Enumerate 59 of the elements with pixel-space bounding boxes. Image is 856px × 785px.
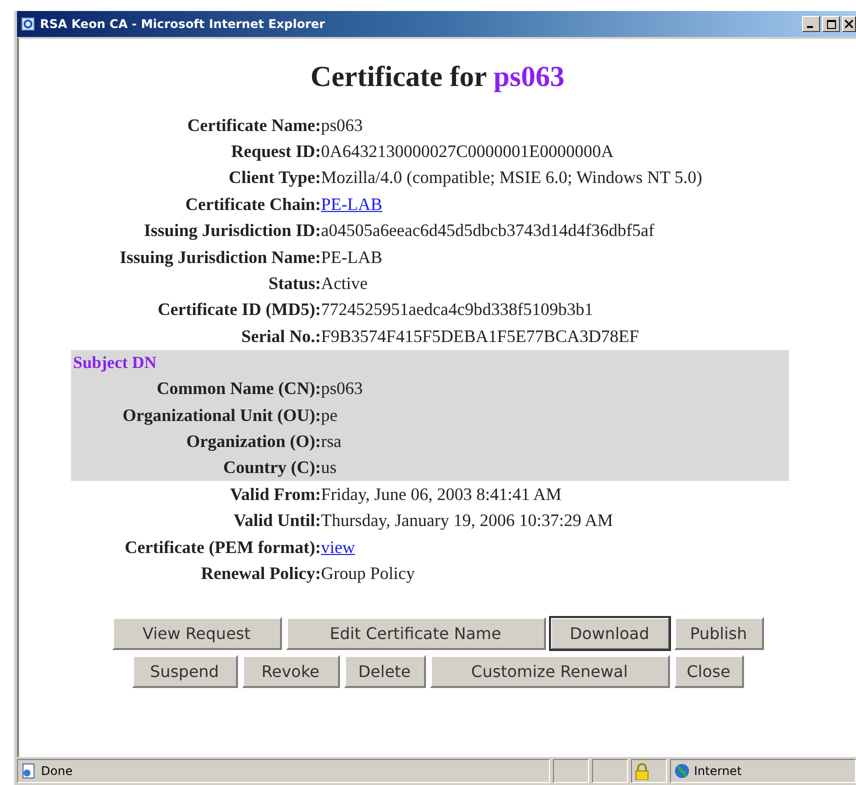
page-heading: Certificate for ps063 bbox=[310, 61, 566, 94]
section-title: Subject DN bbox=[72, 352, 158, 374]
field-label: Country (C): bbox=[222, 457, 321, 478]
close-button[interactable] bbox=[842, 16, 856, 32]
field-label: Status: bbox=[267, 273, 321, 294]
action-button[interactable]: View Request bbox=[112, 616, 282, 650]
field-value: F9B3574F415F5DEBA1F5E77BCA3D78EF bbox=[321, 326, 639, 347]
field-label: Valid From: bbox=[229, 484, 321, 505]
field-label: Common Name (CN): bbox=[156, 378, 321, 400]
field-value: PE-LAB bbox=[321, 246, 382, 268]
action-button[interactable]: Customize Renewal bbox=[430, 654, 670, 688]
close-icon bbox=[845, 20, 853, 28]
field-label: Issuing Jurisdiction Name: bbox=[118, 246, 321, 268]
status-pane bbox=[553, 759, 589, 783]
padlock-icon bbox=[635, 762, 649, 780]
minimize-button[interactable] bbox=[802, 16, 820, 32]
field-label: Renewal Policy: bbox=[200, 562, 321, 584]
field-label: Request ID: bbox=[230, 141, 321, 162]
field-label: Certificate Chain: bbox=[184, 194, 321, 215]
field-value: rsa bbox=[321, 430, 342, 452]
field-value: ps063 bbox=[321, 114, 363, 136]
page-icon bbox=[21, 763, 37, 779]
window-title: RSA Keon CA - Microsoft Internet Explorer bbox=[40, 17, 326, 31]
browser-icon bbox=[21, 17, 35, 31]
status-pane bbox=[592, 759, 628, 783]
maximize-button[interactable] bbox=[822, 16, 840, 32]
field-label: Issuing Jurisdiction ID: bbox=[143, 220, 321, 242]
field-value: ps063 bbox=[321, 378, 363, 400]
maximize-icon bbox=[826, 20, 836, 28]
field-label: Organizational Unit (OU): bbox=[122, 404, 321, 426]
field-link[interactable]: view bbox=[321, 536, 356, 558]
field-value: us bbox=[321, 457, 337, 478]
field-value: Active bbox=[321, 273, 368, 294]
action-button[interactable]: Edit Certificate Name bbox=[286, 616, 546, 650]
field-value: Group Policy bbox=[321, 562, 415, 584]
action-button[interactable]: Publish bbox=[674, 616, 764, 650]
action-button[interactable]: Close bbox=[674, 654, 744, 688]
field-value: 7724525951aedca4c9bd338f5109b3b1 bbox=[321, 299, 594, 320]
field-label: Client Type: bbox=[228, 167, 321, 188]
field-label: Organization (O): bbox=[185, 430, 321, 452]
status-text: Done bbox=[41, 764, 73, 778]
field-value: a04505a6eeac6d45d5dbcb3743d14d4f36dbf5af bbox=[321, 220, 654, 242]
field-value: 0A6432130000027C0000001E0000000A bbox=[321, 141, 614, 162]
field-label: Certificate (PEM format): bbox=[124, 536, 321, 558]
action-button[interactable]: Suspend bbox=[132, 654, 238, 688]
field-label: Certificate Name: bbox=[186, 114, 321, 136]
field-label: Valid Until: bbox=[232, 510, 321, 532]
field-label: Serial No.: bbox=[240, 326, 321, 347]
action-button[interactable]: Delete bbox=[344, 654, 426, 688]
action-button[interactable]: Revoke bbox=[242, 654, 340, 688]
field-link[interactable]: PE-LAB bbox=[321, 194, 382, 215]
field-label: Certificate ID (MD5): bbox=[156, 299, 321, 320]
security-zone: Internet bbox=[694, 764, 742, 778]
field-value: Friday, June 06, 2003 8:41:41 AM bbox=[321, 484, 562, 505]
action-button[interactable]: Download bbox=[550, 616, 670, 650]
field-value: Thursday, January 19, 2006 10:37:29 AM bbox=[321, 510, 613, 532]
globe-icon bbox=[674, 763, 690, 779]
field-value: Mozilla/4.0 (compatible; MSIE 6.0; Windows NT 5.0) bbox=[321, 167, 702, 188]
field-value: pe bbox=[321, 404, 338, 426]
